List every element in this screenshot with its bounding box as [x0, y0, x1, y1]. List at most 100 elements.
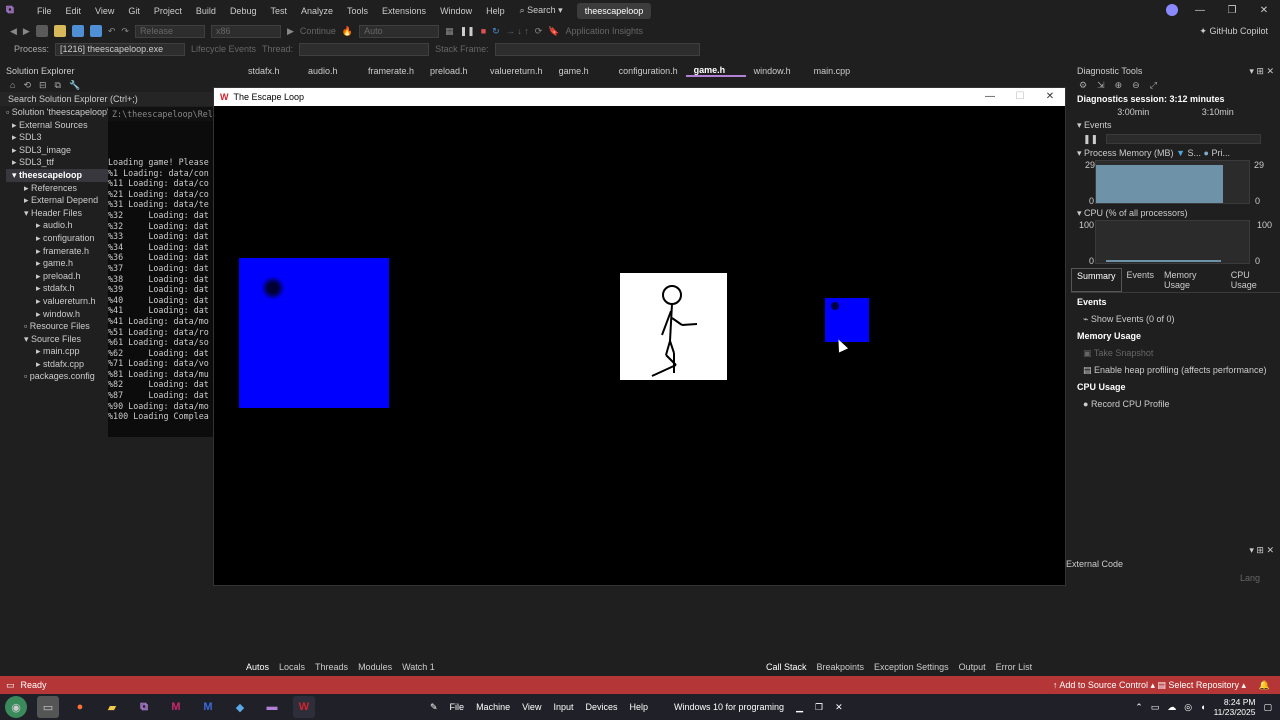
tab-cpu-usage[interactable]: CPU Usage [1226, 268, 1280, 292]
solution-search-input[interactable]: Search Solution Explorer (Ctrl+;) [0, 92, 230, 106]
tray-chevron-icon[interactable]: ⌃ [1135, 702, 1143, 713]
visual-studio-icon[interactable]: ⧉ [133, 696, 155, 718]
hot-reload-button-icon[interactable]: ⟳ [535, 26, 543, 37]
undo-icon[interactable]: ↶ [108, 26, 116, 37]
app-feather-icon[interactable]: ◆ [229, 696, 251, 718]
toolbar-grid-icon[interactable]: ▦ [445, 26, 454, 37]
save-icon[interactable] [71, 25, 84, 37]
reset-zoom-icon[interactable]: ⤢ [1150, 80, 1157, 91]
menu-tools[interactable]: Tools [340, 6, 375, 16]
continue-play-icon[interactable]: ▶ [287, 26, 294, 37]
process-memory-header[interactable]: ▾ Process Memory (MB) ▼ S... ● Pri... [1071, 146, 1280, 160]
zoom-in-icon[interactable]: ⊕ [1115, 80, 1123, 91]
network-icon[interactable]: ▭ [1151, 702, 1160, 713]
properties-icon[interactable]: 🔧 [69, 80, 80, 91]
navigate-forward-icon[interactable]: ▶ [23, 26, 30, 37]
vm-minimize-icon[interactable]: ▁ [796, 702, 803, 713]
zoom-out-icon[interactable]: ⊖ [1132, 80, 1140, 91]
events-timeline[interactable] [1106, 134, 1262, 144]
application-insights-button[interactable]: Application Insights [565, 26, 643, 36]
timeline-ruler[interactable]: 3:00min 3:10min [1071, 106, 1280, 118]
process-select[interactable]: [1216] theescapeloop.exe [55, 42, 186, 56]
menu-view[interactable]: View [88, 6, 121, 16]
pause-icon[interactable]: ❚❚ [460, 26, 475, 37]
redo-icon[interactable]: ↷ [121, 26, 129, 37]
tab-threads[interactable]: Threads [315, 662, 348, 672]
events-section-header[interactable]: ▾ Events [1071, 118, 1280, 132]
file-explorer-icon[interactable]: ▰ [101, 696, 123, 718]
tab-window-h[interactable]: window.h [746, 66, 806, 76]
tab-audio-h[interactable]: audio.h [300, 66, 360, 76]
tab-game-h-active[interactable]: game.h [685, 65, 746, 77]
breakpoint-bookmark-icon[interactable]: 🔖 [548, 26, 559, 37]
step-icons[interactable]: → ↓ ↑ [506, 26, 529, 36]
tab-game-h[interactable]: game.h [551, 66, 611, 76]
tab-valuereturn-h[interactable]: valuereturn.h [482, 66, 551, 76]
tab-error-list[interactable]: Error List [996, 662, 1033, 672]
heap-profiling-toggle[interactable]: ▤ Enable heap profiling (affects perform… [1071, 363, 1280, 377]
app-m-icon[interactable]: M [165, 696, 187, 718]
navigate-back-icon[interactable]: ◀ [10, 26, 17, 37]
open-folder-icon[interactable] [53, 25, 66, 37]
tab-output[interactable]: Output [959, 662, 986, 672]
minimize-icon[interactable]: — [975, 88, 1005, 106]
menu-edit[interactable]: Edit [59, 6, 89, 16]
tab-modules[interactable]: Modules [358, 662, 392, 672]
clock[interactable]: 8:24 PM 11/23/2025 [1214, 697, 1256, 717]
tab-summary[interactable]: Summary [1071, 268, 1122, 292]
stop-icon[interactable]: ■ [481, 26, 486, 36]
record-cpu-button[interactable]: ● Record CPU Profile [1071, 397, 1280, 411]
escape-loop-taskbar-icon[interactable]: W [293, 696, 315, 718]
vm-menu-input[interactable]: Input [553, 702, 573, 712]
tab-main-cpp[interactable]: main.cpp [806, 66, 866, 76]
vm-menu-view[interactable]: View [522, 702, 541, 712]
restart-icon[interactable]: ↻ [492, 26, 500, 37]
game-canvas[interactable] [214, 106, 1065, 585]
configuration-select[interactable]: Release [134, 24, 205, 38]
restore-icon[interactable]: ❐ [1216, 0, 1248, 21]
sync-icon[interactable]: ⟲ [23, 80, 31, 91]
settings-gear-icon[interactable]: ⚙ [1079, 80, 1087, 91]
vm-close-icon[interactable]: ✕ [835, 702, 843, 713]
close-icon[interactable]: ✕ [1035, 88, 1065, 106]
terminal-icon[interactable]: ▬ [261, 696, 283, 718]
tab-locals[interactable]: Locals [279, 662, 305, 672]
stack-frame-select[interactable] [494, 42, 700, 56]
menu-window[interactable]: Window [433, 6, 479, 16]
tab-configuration-h[interactable]: configuration.h [611, 66, 686, 76]
panel-pin-close-icons[interactable]: ▾ ⊞ ✕ [1249, 64, 1274, 78]
menu-file[interactable]: File [30, 6, 59, 16]
vm-restore-icon[interactable]: ❐ [815, 702, 823, 713]
github-copilot-button[interactable]: ✦ GitHub Copilot [1199, 26, 1268, 37]
task-view-icon[interactable]: ▭ [37, 696, 59, 718]
notifications-bell-icon[interactable]: 🔔 [1259, 680, 1270, 691]
vm-menu-file[interactable]: File [450, 702, 465, 712]
show-all-icon[interactable]: ⧉ [55, 80, 61, 91]
cloud-icon[interactable]: ☁ [1167, 702, 1176, 713]
auto-select[interactable]: Auto [359, 24, 440, 38]
menu-debug[interactable]: Debug [223, 6, 264, 16]
panel-pin-close-icons[interactable]: ▾ ⊞ ✕ [1066, 545, 1280, 559]
pause-events-icon[interactable]: ❚❚ [1083, 134, 1098, 145]
lifecycle-events-button[interactable]: Lifecycle Events [191, 44, 256, 54]
vm-menu-help[interactable]: Help [630, 702, 649, 712]
search-box[interactable]: ⌕ Search ▾ [520, 5, 563, 16]
visual-studio-logo-icon[interactable]: ⧉ [6, 4, 22, 18]
volume-icon[interactable]: ◖ [1200, 702, 1205, 712]
vm-menu-devices[interactable]: Devices [585, 702, 617, 712]
notification-center-icon[interactable]: ▢ [1263, 702, 1272, 713]
collapse-icon[interactable]: ⊟ [39, 80, 47, 91]
memory-chart[interactable]: 29 0 29 0 [1071, 160, 1280, 206]
firefox-icon[interactable]: ● [69, 696, 91, 718]
platform-select[interactable]: x86 [210, 24, 281, 38]
cpu-header[interactable]: ▾ CPU (% of all processors) [1071, 206, 1280, 220]
tab-memory-usage[interactable]: Memory Usage [1159, 268, 1226, 292]
close-icon[interactable]: ✕ [1248, 0, 1280, 21]
hot-reload-icon[interactable]: 🔥 [342, 26, 353, 37]
export-icon[interactable]: ⇲ [1097, 80, 1105, 91]
continue-button[interactable]: Continue [300, 26, 336, 36]
add-to-source-control-button[interactable]: ↑ Add to Source Control ▴ [1053, 680, 1155, 691]
tab-watch-1[interactable]: Watch 1 [402, 662, 435, 672]
tab-breakpoints[interactable]: Breakpoints [817, 662, 865, 672]
tab-events[interactable]: Events [1122, 268, 1160, 292]
